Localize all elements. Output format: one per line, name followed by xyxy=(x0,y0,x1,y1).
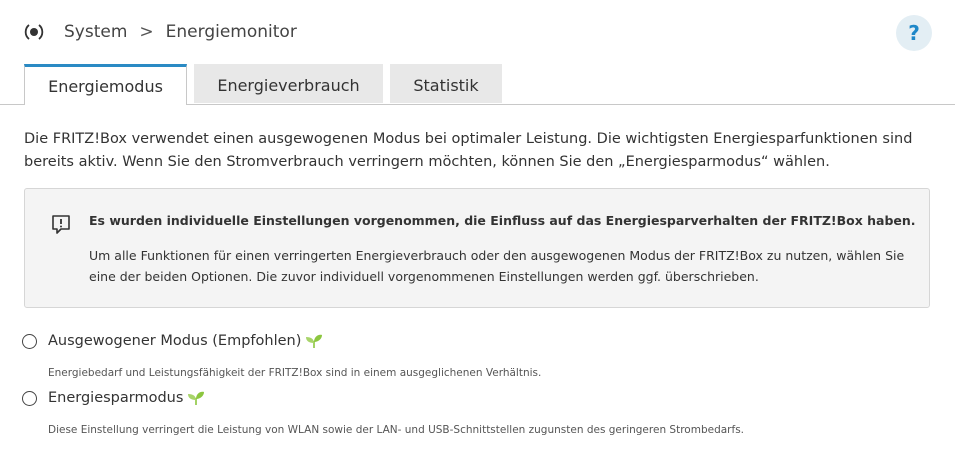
tab-energiemodus[interactable]: Energiemodus xyxy=(24,64,187,105)
help-button[interactable]: ? xyxy=(896,15,932,51)
option-description: Energiebedarf und Leistungsfähigkeit der… xyxy=(48,367,542,379)
breadcrumb: System > Energiemonitor xyxy=(24,18,297,46)
tab-statistik[interactable]: Statistik xyxy=(390,64,502,103)
tab-energieverbrauch[interactable]: Energieverbrauch xyxy=(194,64,383,103)
system-radio-icon xyxy=(24,22,44,42)
option-label: Energiesparmodus xyxy=(48,390,184,406)
info-text: Um alle Funktionen für einen verringerte… xyxy=(89,248,905,284)
radio-balanced-mode[interactable] xyxy=(22,333,37,349)
info-title: Es wurden individuelle Einstellungen vor… xyxy=(89,213,916,228)
help-icon: ? xyxy=(908,21,920,45)
tab-bar: Energiemodus Energieverbrauch Statistik xyxy=(0,64,955,105)
tab-label: Energiemodus xyxy=(48,76,163,96)
leaf-icon xyxy=(187,390,205,406)
page-title: Energiemonitor xyxy=(165,22,297,42)
option-description: Diese Einstellung verringert die Leistun… xyxy=(48,424,744,436)
option-balanced-mode[interactable]: Ausgewogener Modus (Empfohlen) xyxy=(22,333,323,349)
intro-text: Die FRITZ!Box verwendet einen ausgewogen… xyxy=(24,131,913,170)
tab-label: Energieverbrauch xyxy=(217,75,360,95)
info-box: Es wurden individuelle Einstellungen vor… xyxy=(24,188,930,308)
option-label: Ausgewogener Modus (Empfohlen) xyxy=(48,333,302,349)
exclamation-speech-icon xyxy=(51,214,71,236)
radio-energy-saving-mode[interactable] xyxy=(22,390,37,406)
tab-label: Statistik xyxy=(413,75,479,95)
breadcrumb-system-link[interactable]: System xyxy=(64,22,127,42)
leaf-icon xyxy=(305,333,323,349)
option-energy-saving-mode[interactable]: Energiesparmodus xyxy=(22,390,205,406)
breadcrumb-separator: > xyxy=(139,22,154,42)
